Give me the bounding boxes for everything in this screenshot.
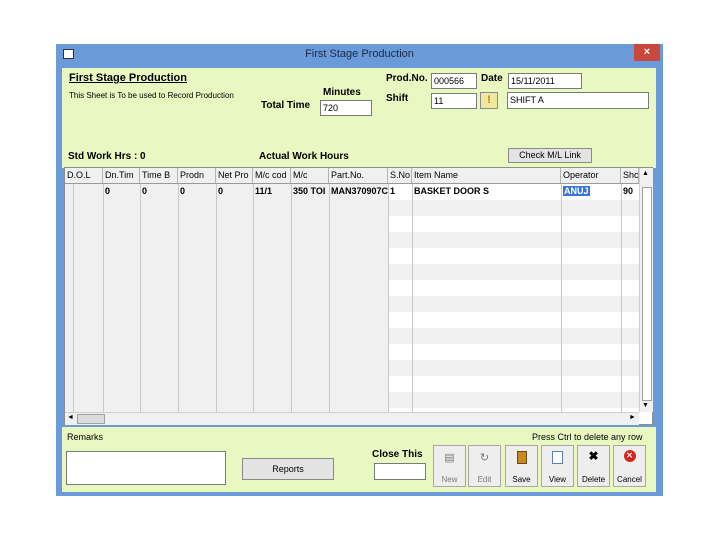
shift-lookup-button[interactable]: !: [480, 92, 498, 109]
cell-shc[interactable]: 90: [621, 184, 639, 199]
col-header-operator[interactable]: Operator: [561, 168, 621, 183]
prod-no-input[interactable]: 000566: [431, 73, 477, 89]
col-header-item-name[interactable]: Item Name: [412, 168, 561, 183]
close-this-input[interactable]: [374, 463, 426, 480]
view-button[interactable]: View: [541, 445, 574, 487]
col-header-part-no[interactable]: Part.No.: [329, 168, 388, 183]
close-window-button[interactable]: ×: [634, 44, 660, 61]
total-time-label: Total Time: [261, 100, 311, 111]
close-this-label: Close This: [372, 449, 423, 460]
form-description: This Sheet is To be used to Record Produ…: [69, 91, 234, 100]
delete-button[interactable]: ✖ Delete: [577, 445, 610, 487]
std-work-hrs: Std Work Hrs : 0: [68, 151, 146, 162]
scroll-up-icon[interactable]: ▲: [642, 170, 649, 177]
vertical-scrollbar[interactable]: ▲ ▼: [639, 168, 653, 412]
edit-icon: ↻: [479, 452, 490, 464]
cell-dol[interactable]: [65, 184, 103, 199]
scroll-left-icon[interactable]: ◄: [67, 414, 74, 421]
cell-prodn[interactable]: 0: [178, 184, 216, 199]
remarks-label: Remarks: [67, 432, 104, 442]
edit-button[interactable]: ↻ Edit: [468, 445, 501, 487]
save-icon: [516, 451, 527, 464]
cancel-button[interactable]: ✕ Cancel: [613, 445, 646, 487]
date-input[interactable]: 15/11/2011: [508, 73, 582, 89]
view-icon: [552, 451, 563, 464]
total-time-input[interactable]: 720: [320, 100, 372, 116]
delete-hint: Press Ctrl to delete any row: [532, 432, 643, 442]
reports-button[interactable]: Reports: [242, 458, 334, 480]
delete-icon: ✖: [588, 449, 599, 463]
new-icon: ▤: [444, 452, 455, 464]
cell-dn-tim[interactable]: 0: [103, 184, 140, 199]
col-header-shc[interactable]: Shc: [621, 168, 639, 183]
shift-code-input[interactable]: 11: [431, 93, 477, 109]
new-button[interactable]: ▤ New: [433, 445, 466, 487]
vertical-scroll-thumb[interactable]: [642, 187, 652, 401]
cell-sno[interactable]: 1: [388, 184, 412, 199]
scroll-right-icon[interactable]: ►: [629, 414, 636, 421]
cell-item-name[interactable]: BASKET DOOR S: [412, 184, 561, 199]
remarks-textarea[interactable]: [66, 451, 226, 485]
warning-icon: !: [487, 94, 491, 106]
window-title: First Stage Production: [305, 48, 414, 60]
cell-operator-wrap[interactable]: ANUJ: [561, 184, 621, 199]
prod-no-label: Prod.No.: [386, 73, 428, 84]
grid-bands: [389, 184, 639, 412]
shift-name-input[interactable]: SHIFT A: [507, 92, 649, 109]
col-header-time-b[interactable]: Time B: [140, 168, 178, 183]
col-header-net-pro[interactable]: Net Pro: [216, 168, 253, 183]
date-label: Date: [481, 73, 503, 84]
col-header-prodn[interactable]: Prodn: [178, 168, 216, 183]
production-grid[interactable]: D.O.L Dn.Tim Time B Prodn Net Pro M/c co…: [64, 167, 653, 425]
minutes-label: Minutes: [323, 87, 361, 98]
col-header-sno[interactable]: S.No: [388, 168, 412, 183]
cancel-icon: ✕: [623, 450, 636, 462]
cell-mc[interactable]: 350 TOI: [291, 184, 329, 199]
form-heading: First Stage Production: [69, 72, 187, 84]
cell-time-b[interactable]: 0: [140, 184, 178, 199]
scroll-down-icon[interactable]: ▼: [642, 402, 649, 409]
save-button[interactable]: Save: [505, 445, 538, 487]
grid-readonly-area: [65, 184, 388, 412]
table-row[interactable]: 0 0 0 0 11/1 350 TOI MAN370907C 1 BASKET…: [65, 184, 639, 199]
col-header-dn-tim[interactable]: Dn.Tim: [103, 168, 140, 183]
shift-label: Shift: [386, 93, 409, 104]
check-link-button[interactable]: Check M/L Link: [508, 148, 592, 163]
horizontal-scroll-thumb[interactable]: [77, 414, 105, 424]
cell-net-pro[interactable]: 0: [216, 184, 253, 199]
actual-work-hours-label: Actual Work Hours: [259, 151, 349, 162]
cell-mc-cod[interactable]: 11/1: [253, 184, 291, 199]
horizontal-scrollbar[interactable]: ◄ ►: [65, 412, 639, 425]
col-header-mc-cod[interactable]: M/c cod: [253, 168, 291, 183]
grid-header: D.O.L Dn.Tim Time B Prodn Net Pro M/c co…: [65, 168, 652, 184]
col-header-dol[interactable]: D.O.L: [65, 168, 103, 183]
cell-part-no[interactable]: MAN370907C: [329, 184, 388, 199]
col-header-mc[interactable]: M/c: [291, 168, 329, 183]
cell-operator[interactable]: ANUJ: [563, 186, 590, 196]
